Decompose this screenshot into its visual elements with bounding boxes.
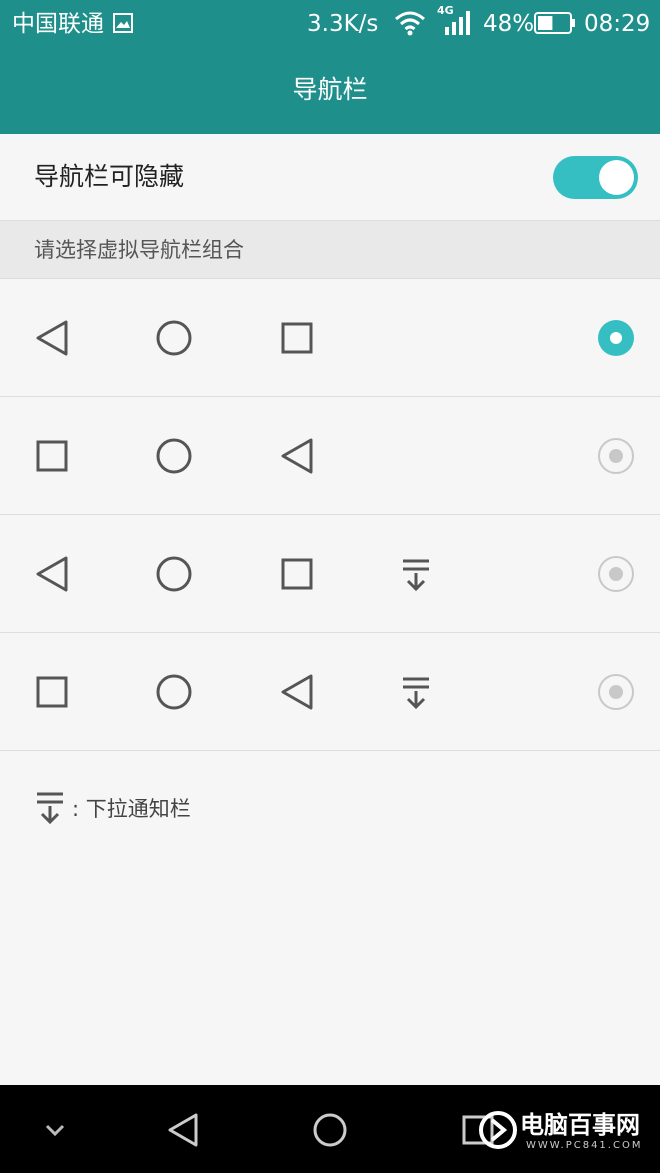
- back-icon[interactable]: [162, 1109, 204, 1151]
- home-icon: [156, 320, 192, 356]
- hide-navbar-label: 导航栏可隐藏: [34, 162, 185, 191]
- wifi-icon: [395, 11, 425, 36]
- signal-icon: [445, 11, 470, 35]
- clock: 08:29: [584, 11, 651, 37]
- home-icon: [156, 556, 192, 592]
- hide-navbar-setting: 导航栏可隐藏: [0, 134, 660, 221]
- hide-navbar-toggle[interactable]: [553, 156, 638, 199]
- toggle-knob: [599, 160, 634, 195]
- back-icon: [281, 674, 313, 710]
- image-icon: [113, 13, 133, 33]
- pull-down-notification-icon: [403, 559, 429, 592]
- chevron-down-icon[interactable]: [34, 1109, 76, 1151]
- section-header: 请选择虚拟导航栏组合: [0, 221, 660, 279]
- home-icon: [156, 438, 192, 474]
- radio-selected[interactable]: [597, 319, 635, 357]
- back-icon: [36, 320, 68, 356]
- radio-unselected[interactable]: [597, 437, 635, 475]
- watermark-logo-icon: [479, 1111, 517, 1149]
- title-bar: 导航栏: [0, 48, 660, 134]
- home-icon[interactable]: [309, 1109, 351, 1151]
- carrier-name: 中国联通: [12, 11, 104, 37]
- watermark-site: WWW.PC841.COM: [526, 1140, 643, 1151]
- radio-unselected[interactable]: [597, 555, 635, 593]
- recent-icon: [36, 440, 68, 472]
- status-bar: 中国联通 3.3K/s 4G 48% 08:29: [0, 0, 660, 48]
- legend-text: : 下拉通知栏: [72, 797, 191, 821]
- battery-percent: 48%: [483, 11, 535, 37]
- network-speed: 3.3K/s: [307, 11, 379, 37]
- home-icon: [156, 674, 192, 710]
- recent-icon: [281, 558, 313, 590]
- back-icon: [281, 438, 313, 474]
- recent-icon: [281, 322, 313, 354]
- pull-down-notification-icon: [403, 677, 429, 710]
- section-header-text: 请选择虚拟导航栏组合: [34, 238, 244, 262]
- back-icon: [36, 556, 68, 592]
- pull-down-notification-icon: [37, 792, 63, 825]
- nav-option-3[interactable]: [0, 515, 660, 633]
- radio-unselected[interactable]: [597, 673, 635, 711]
- nav-option-2[interactable]: [0, 397, 660, 515]
- nav-option-4[interactable]: [0, 633, 660, 751]
- battery-icon: [534, 12, 575, 34]
- watermark-brand: 电脑百事网: [520, 1111, 640, 1139]
- nav-option-1[interactable]: [0, 279, 660, 397]
- recent-icon: [36, 676, 68, 708]
- watermark: 电脑百事网 WWW.PC841.COM: [478, 1108, 658, 1156]
- page-title: 导航栏: [292, 75, 368, 104]
- legend: : 下拉通知栏: [34, 790, 334, 826]
